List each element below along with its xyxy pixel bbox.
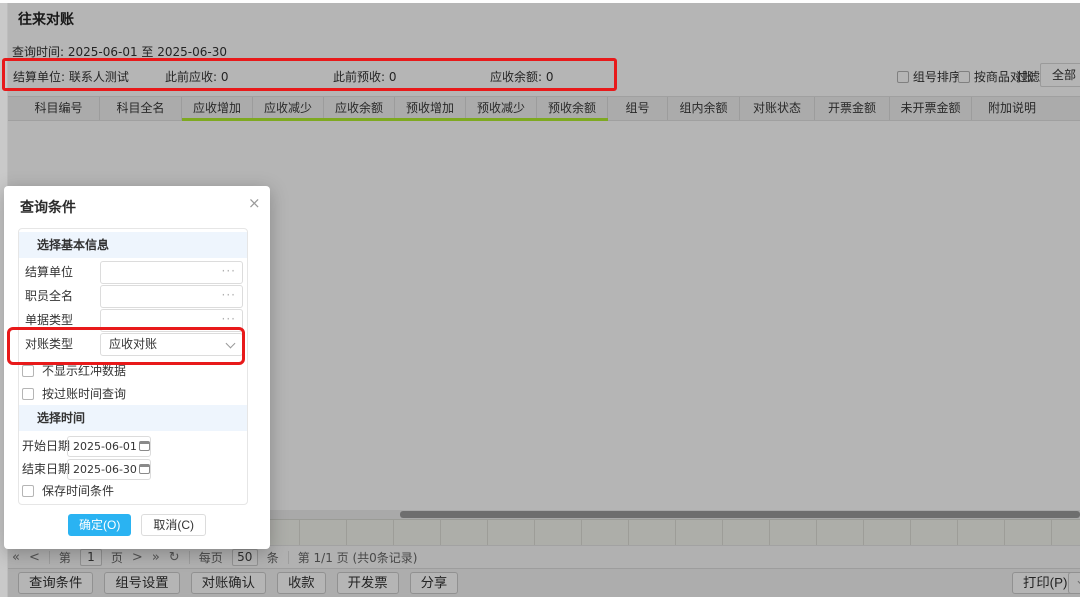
by-posting-time-label: 按过账时间查询 [42, 387, 126, 401]
start-date-input[interactable]: 2025-06-01 [67, 436, 151, 457]
end-date-value: 2025-06-30 [73, 463, 137, 476]
ellipsis-picker-icon[interactable]: ··· [222, 261, 236, 282]
ok-button[interactable]: 确定(O) [68, 514, 131, 536]
ellipsis-picker-icon[interactable]: ··· [222, 309, 236, 330]
settlement-unit-label: 结算单位 [25, 265, 73, 279]
start-date-row: 开始日期 2025-06-01 [22, 436, 70, 458]
no-reversal-checkbox[interactable] [22, 365, 34, 377]
settlement-unit-input[interactable]: ··· [100, 261, 243, 284]
end-date-row: 结束日期 2025-06-30 [22, 459, 70, 481]
reconcile-type-value: 应收对账 [109, 337, 157, 351]
top-edge-strip [0, 0, 1080, 3]
dialog-title: 查询条件 [20, 197, 76, 217]
no-reversal-row[interactable]: 不显示红冲数据 [22, 364, 126, 380]
basic-info-section-header: 选择基本信息 [19, 232, 247, 258]
no-reversal-label: 不显示红冲数据 [42, 364, 126, 378]
settlement-unit-row: 结算单位 ··· [25, 261, 245, 285]
reconcile-type-select[interactable]: 应收对账 [100, 333, 243, 356]
query-conditions-dialog: 查询条件 × 选择基本信息 结算单位 ··· 职员全名 ··· 单据类型 ···… [4, 186, 270, 549]
calendar-icon[interactable] [139, 464, 150, 474]
chevron-down-icon [226, 339, 236, 349]
document-type-row: 单据类型 ··· [25, 309, 245, 333]
start-date-label: 开始日期 [22, 439, 70, 453]
employee-name-input[interactable]: ··· [100, 285, 243, 308]
document-type-label: 单据类型 [25, 313, 73, 327]
reconcile-type-row: 对账类型 应收对账 [25, 333, 245, 357]
cancel-button[interactable]: 取消(C) [141, 514, 206, 536]
reconcile-type-label: 对账类型 [25, 337, 73, 351]
employee-name-row: 职员全名 ··· [25, 285, 245, 309]
document-type-input[interactable]: ··· [100, 309, 243, 332]
save-time-row[interactable]: 保存时间条件 [22, 484, 114, 500]
dialog-buttons: 确定(O) 取消(C) [4, 514, 270, 536]
save-time-checkbox[interactable] [22, 485, 34, 497]
ellipsis-picker-icon[interactable]: ··· [222, 285, 236, 306]
calendar-icon[interactable] [139, 441, 150, 451]
reconciliation-page: 往来对账 查询时间: 2025-06-01 至 2025-06-30 结算单位:… [0, 0, 1080, 597]
time-section-header: 选择时间 [19, 405, 247, 431]
by-posting-time-row[interactable]: 按过账时间查询 [22, 387, 126, 403]
start-date-value: 2025-06-01 [73, 440, 137, 453]
employee-name-label: 职员全名 [25, 289, 73, 303]
close-icon[interactable]: × [248, 194, 261, 212]
end-date-input[interactable]: 2025-06-30 [67, 459, 151, 480]
save-time-label: 保存时间条件 [42, 484, 114, 498]
by-posting-time-checkbox[interactable] [22, 388, 34, 400]
end-date-label: 结束日期 [22, 462, 70, 476]
